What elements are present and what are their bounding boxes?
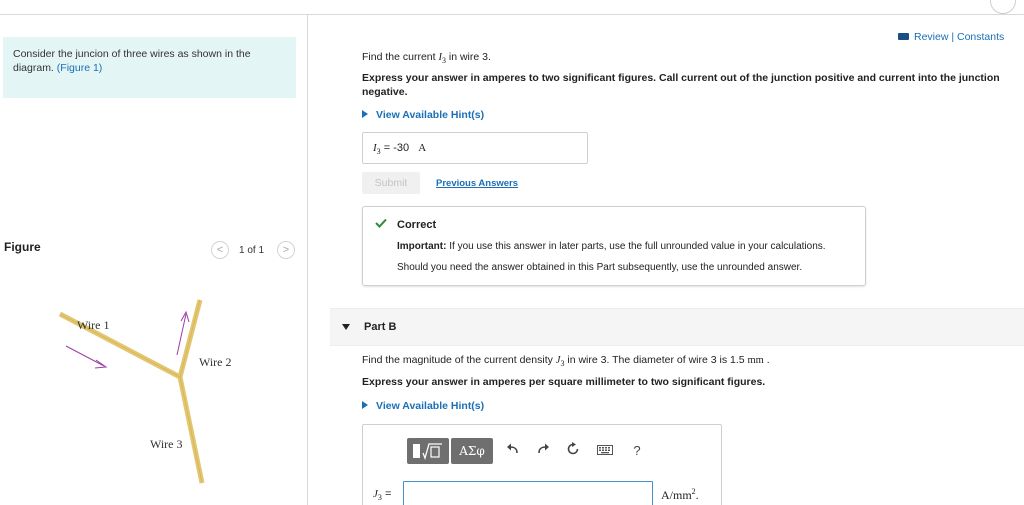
wire-1-current-arrow <box>65 345 108 369</box>
hint-expand-icon <box>362 110 368 118</box>
intro-text: Consider the juncion of three wires as s… <box>13 48 251 74</box>
figure-heading: Figure <box>4 240 41 254</box>
collapse-triangle-icon <box>342 324 350 330</box>
figure-page-count: 1 of 1 <box>239 245 265 256</box>
part-a-question: Find the current I3 in wire 3. <box>362 51 491 66</box>
part-b-header[interactable]: Part B <box>330 308 1024 346</box>
check-icon <box>375 218 387 228</box>
top-right-circle-button[interactable] <box>990 0 1016 14</box>
part-a-hint-toggle[interactable]: View Available Hint(s) <box>362 109 484 121</box>
feedback-correct-box: Correct Important: If you use this answe… <box>362 206 866 286</box>
previous-answers-link[interactable]: Previous Answers <box>436 178 518 189</box>
undo-icon[interactable] <box>503 441 523 461</box>
templates-button[interactable] <box>407 438 449 464</box>
reset-icon[interactable] <box>563 441 583 461</box>
symbols-button[interactable]: ΑΣφ <box>451 438 493 464</box>
submit-button[interactable]: Submit <box>362 172 420 194</box>
feedback-title: Correct <box>397 219 437 231</box>
part-a-answer-field[interactable]: I3 = -30 A <box>362 132 588 164</box>
problem-intro: Consider the juncion of three wires as s… <box>3 37 296 98</box>
part-a-answer-unit: A <box>418 142 427 154</box>
part-b-answer-input[interactable] <box>403 481 653 505</box>
chevron-left-icon: < <box>216 244 224 256</box>
help-icon[interactable]: ? <box>627 441 647 461</box>
feedback-unrounded-note: Should you need the answer obtained in t… <box>397 262 803 273</box>
wire-3-label: Wire 3 <box>150 437 183 451</box>
feedback-important: Important: If you use this answer in lat… <box>397 241 826 252</box>
previous-figure-button[interactable]: < <box>211 241 229 259</box>
wire-1-label: Wire 1 <box>77 318 110 332</box>
part-b-question: Find the magnitude of the current densit… <box>362 354 770 369</box>
part-b-label: Part B <box>364 321 397 333</box>
part-b-hint-toggle[interactable]: View Available Hint(s) <box>362 400 484 412</box>
part-b-units: A/mm2. <box>661 487 699 502</box>
figure-link[interactable]: (Figure 1) <box>57 62 103 74</box>
part-a-answer-value: -30 <box>393 142 410 154</box>
redo-icon[interactable] <box>533 441 553 461</box>
wire-junction-diagram: Wire 1 Wire 2 Wire 3 <box>58 299 232 484</box>
part-b-input-label: J3 = <box>373 488 392 503</box>
part-a-instruction: Express your answer in amperes to two si… <box>362 72 1000 98</box>
wire-2-label: Wire 2 <box>199 355 232 369</box>
chevron-right-icon: > <box>282 244 290 256</box>
part-b-answer-editor: ΑΣφ ? J3 = A/mm2. <box>362 424 722 505</box>
review-icon <box>898 33 909 40</box>
hint-expand-icon <box>362 401 368 409</box>
part-b-instruction: Express your answer in amperes per squar… <box>362 376 766 388</box>
left-panel: Consider the juncion of three wires as s… <box>0 15 308 505</box>
review-constants-link[interactable]: Review | Constants <box>898 31 1004 43</box>
fraction-sqrt-icon <box>413 443 442 461</box>
keyboard-icon[interactable] <box>595 441 615 461</box>
review-constants-label: Review | Constants <box>914 31 1005 43</box>
next-figure-button[interactable]: > <box>277 241 295 259</box>
